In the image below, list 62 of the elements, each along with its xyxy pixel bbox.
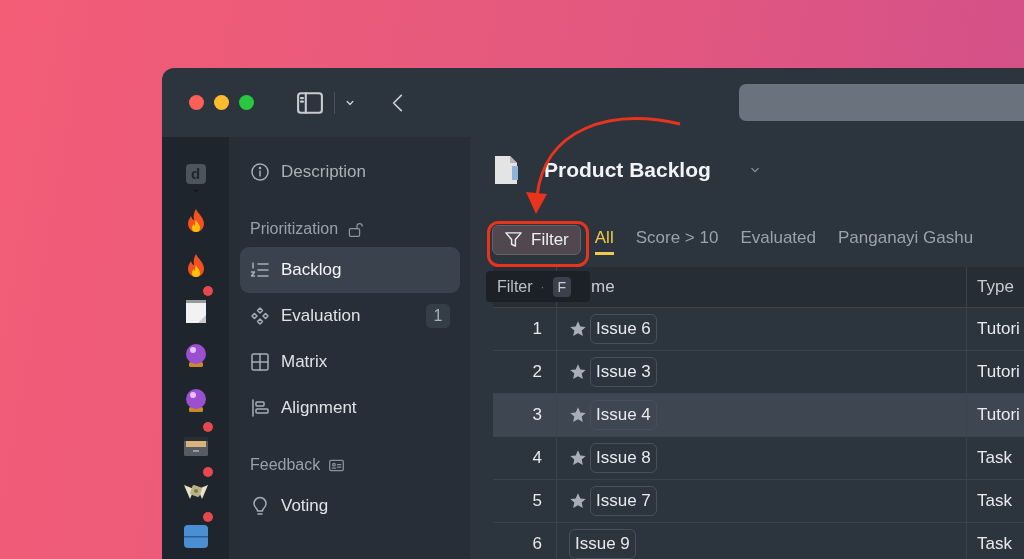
star-icon[interactable] bbox=[569, 320, 587, 338]
number-tiles-icon[interactable] bbox=[182, 524, 209, 549]
table-row[interactable]: 6 Issue 9 Task bbox=[493, 523, 1024, 559]
sidebar-item[interactable]: Alignment bbox=[240, 385, 460, 431]
table-cell: Task bbox=[977, 448, 1012, 468]
zoom-button[interactable] bbox=[239, 95, 254, 110]
star-icon[interactable] bbox=[569, 492, 587, 510]
table-row[interactable]: 5 Issue 7 Task bbox=[493, 480, 1024, 523]
table-cell: Tutori bbox=[977, 362, 1020, 382]
section-heading: Prioritization bbox=[250, 220, 339, 238]
minimize-button[interactable] bbox=[214, 95, 229, 110]
filter-button[interactable]: Filter bbox=[492, 224, 581, 255]
row-number: 1 bbox=[532, 319, 542, 339]
sidebar-item[interactable]: Backlog bbox=[240, 247, 460, 293]
issue-chip[interactable]: Issue 3 bbox=[590, 357, 657, 387]
table-cell: Task bbox=[977, 534, 1012, 554]
issue-chip[interactable]: Issue 7 bbox=[590, 486, 657, 516]
star-icon[interactable] bbox=[569, 363, 587, 381]
table-row[interactable]: 1 Issue 6 Tutori bbox=[493, 308, 1024, 351]
align-left-icon bbox=[250, 398, 270, 418]
separator-dot: · bbox=[540, 279, 545, 294]
issue-chip[interactable]: Issue 9 bbox=[569, 529, 636, 559]
table-row[interactable]: 4 Issue 8 Task bbox=[493, 437, 1024, 480]
unlock-icon bbox=[346, 220, 364, 238]
page-title: Product Backlog bbox=[544, 158, 711, 182]
sidebar-item[interactable]: Evaluation 1 bbox=[240, 293, 460, 339]
search-field[interactable] bbox=[739, 84, 1024, 121]
view-tab[interactable]: All bbox=[594, 224, 614, 255]
lightbulb-icon bbox=[250, 496, 270, 516]
table-row[interactable]: 3 Issue 4 Tutori bbox=[493, 394, 1024, 437]
notepad-icon[interactable] bbox=[183, 298, 208, 324]
section-heading: Feedback bbox=[250, 456, 321, 474]
sidebar-item[interactable]: Voting bbox=[240, 483, 460, 529]
shortcut-key: F bbox=[552, 276, 572, 297]
column-header[interactable]: Type bbox=[977, 277, 1014, 297]
file-box-icon[interactable] bbox=[182, 435, 209, 458]
table-cell: Task bbox=[977, 491, 1012, 511]
star-icon[interactable] bbox=[569, 449, 587, 467]
tooltip-label: Filter bbox=[497, 277, 533, 296]
issue-chip[interactable]: Issue 6 bbox=[590, 314, 657, 344]
row-number: 4 bbox=[532, 448, 542, 468]
view-tab[interactable]: Evaluated bbox=[740, 224, 816, 255]
diamonds-icon bbox=[250, 306, 270, 326]
row-number: 3 bbox=[532, 405, 542, 425]
star-icon[interactable] bbox=[569, 406, 587, 424]
view-tab[interactable]: Score > 10 bbox=[635, 224, 719, 255]
row-number: 6 bbox=[532, 534, 542, 554]
numbered-list-icon bbox=[250, 260, 270, 280]
grid-icon bbox=[250, 352, 270, 372]
info-icon bbox=[250, 162, 270, 182]
table-cell: Tutori bbox=[977, 405, 1020, 425]
row-number: 5 bbox=[532, 491, 542, 511]
view-tab[interactable]: Panganayi Gashu bbox=[838, 224, 974, 255]
issue-chip[interactable]: Issue 8 bbox=[590, 443, 657, 473]
close-button[interactable] bbox=[189, 95, 204, 110]
sidebar-item[interactable]: Matrix bbox=[240, 339, 460, 385]
issue-chip[interactable]: Issue 4 bbox=[590, 400, 657, 430]
row-number: 2 bbox=[532, 362, 542, 382]
sidebar-item[interactable]: Description bbox=[240, 149, 460, 195]
table-cell: Tutori bbox=[977, 319, 1020, 339]
count-badge: 1 bbox=[426, 304, 450, 328]
filter-icon bbox=[504, 230, 523, 249]
